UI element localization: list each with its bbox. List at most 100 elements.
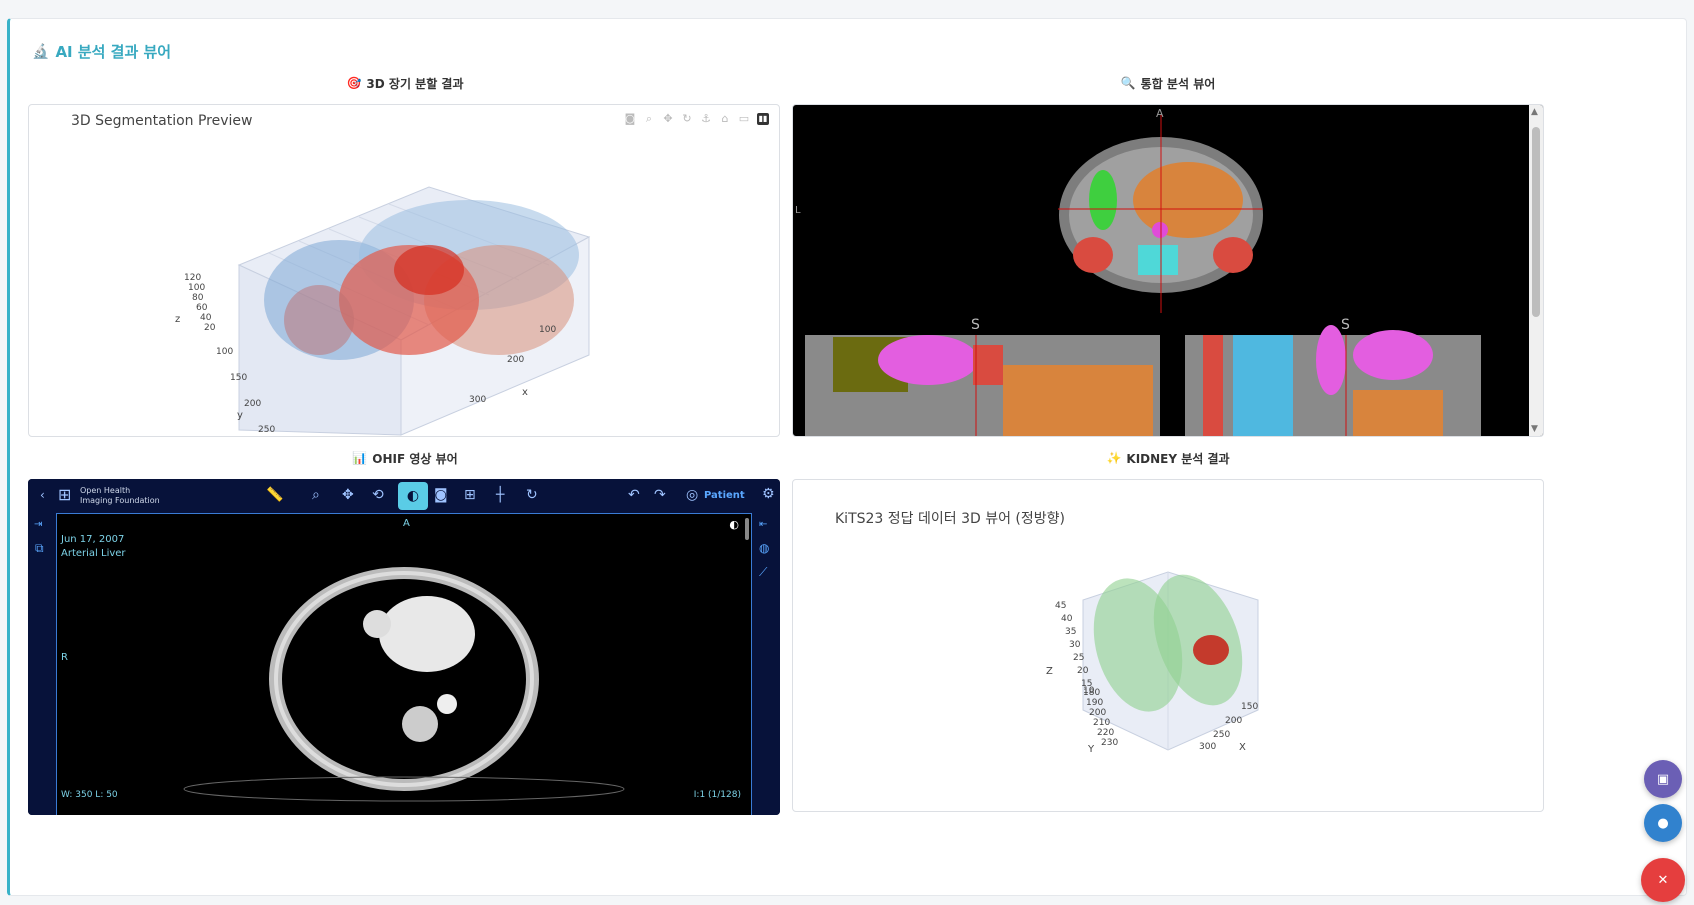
contrast-icon[interactable]: ◐ <box>729 518 739 531</box>
y-tick: 180 <box>1083 688 1101 698</box>
chat-icon: ● <box>1657 815 1669 831</box>
window-level-icon[interactable]: ◐ <box>398 482 428 510</box>
z-tick: 30 <box>1069 640 1081 650</box>
z-tick: 20 <box>204 323 216 333</box>
series-description: Arterial Liver <box>61 548 126 559</box>
z-tick: 40 <box>200 313 212 323</box>
kidney-heading-text: KIDNEY 분석 결과 <box>1126 451 1230 466</box>
z-tick: 25 <box>1073 653 1085 663</box>
bot-fab-button[interactable]: ▣ <box>1644 760 1682 798</box>
chat-fab-button[interactable]: ● <box>1644 804 1682 842</box>
y-axis-label: y <box>237 410 243 421</box>
ohif-logo-icon: ⊞ <box>58 485 72 504</box>
y-tick: 220 <box>1097 728 1115 738</box>
magnifier-icon: 🔍 <box>1120 76 1136 90</box>
seg3d-heading-text: 3D 장기 분할 결과 <box>366 76 464 91</box>
seg3d-scene <box>237 186 591 436</box>
chart-icon: 📊 <box>352 451 368 465</box>
z-tick: 60 <box>196 303 208 313</box>
x-axis-label: x <box>522 387 528 398</box>
microscope-icon: 🔬 <box>32 43 50 60</box>
close-fab-button[interactable]: ✕ <box>1641 858 1685 902</box>
kidney-y-ticks: 180 190 200 210 220 230 <box>1083 688 1118 748</box>
scroll-down-icon[interactable]: ▼ <box>1531 424 1538 434</box>
z-tick: 45 <box>1055 601 1067 611</box>
ohif-viewer[interactable]: ‹ ⊞ Open Health Imaging Foundation 📏 ⌕ ✥… <box>28 479 780 815</box>
window-level-readout: W: 350 L: 50 <box>61 790 118 800</box>
z-tick: 35 <box>1065 627 1077 637</box>
ohif-brand: Open Health Imaging Foundation <box>80 486 160 506</box>
x-tick: 250 <box>1213 730 1231 740</box>
integrated-heading: 🔍 통합 분석 뷰어 <box>792 75 1544 91</box>
x-tick: 300 <box>1199 742 1217 752</box>
settings-gear-icon[interactable]: ⚙ <box>762 486 775 502</box>
crosshair-icon[interactable]: ┼ <box>496 487 504 503</box>
kidney-z-label: Z <box>1046 666 1053 677</box>
ohif-heading: 📊 OHIF 영상 뷰어 <box>30 450 780 466</box>
patient-icon[interactable]: ◎ <box>686 487 698 503</box>
x-tick: 300 <box>469 395 487 405</box>
patient-button[interactable]: Patient <box>704 490 745 501</box>
ohif-right-panel: ⇤ ◍ ⟋ <box>752 513 780 815</box>
z-tick: 100 <box>188 283 206 293</box>
segmentation-icon[interactable]: ◍ <box>759 541 769 555</box>
z-tick: 40 <box>1061 614 1073 624</box>
kidney-z-ticks: 45 40 35 30 25 20 15 10 <box>1055 600 1094 698</box>
z-tick: 120 <box>184 273 202 283</box>
rotate-icon[interactable]: ⟲ <box>372 487 384 503</box>
capture-icon[interactable]: ◙ <box>434 487 448 503</box>
orientation-left: R <box>61 652 68 663</box>
y-tick: 230 <box>1101 738 1119 748</box>
viewer-scrollbar[interactable]: ▲ ▼ <box>1529 105 1543 436</box>
y-tick: 190 <box>1086 698 1104 708</box>
x-tick: 200 <box>507 355 525 365</box>
zoom-icon[interactable]: ⌕ <box>312 487 320 503</box>
expand-right-icon[interactable]: ⇤ <box>759 519 767 530</box>
scroll-thumb[interactable] <box>1532 127 1540 317</box>
kidney-scene <box>1082 571 1259 751</box>
y-tick: 150 <box>230 373 248 383</box>
integrated-viewer[interactable]: A L S S ▲ ▼ <box>792 104 1544 437</box>
y-tick: 210 <box>1093 718 1111 728</box>
orientation-label-s1: S <box>971 317 980 333</box>
close-icon: ✕ <box>1657 872 1669 888</box>
thumbnails-icon[interactable]: ⧉ <box>35 541 44 556</box>
pan-icon[interactable]: ✥ <box>342 487 354 503</box>
layout-icon[interactable]: ⊞ <box>464 487 476 503</box>
ct-multiplanar-view <box>805 115 1481 436</box>
kidney-plot[interactable]: KiTS23 정답 데이터 3D 뷰어 (정방향) 45 40 35 30 25… <box>792 479 1544 812</box>
ct-axial-image <box>183 567 625 802</box>
section-title-text: AI 분석 결과 뷰어 <box>55 43 172 61</box>
brand-line-2: Imaging Foundation <box>80 496 160 505</box>
seg3d-heading: 🎯 3D 장기 분할 결과 <box>30 75 780 91</box>
integrated-heading-text: 통합 분석 뷰어 <box>1140 76 1216 91</box>
brand-line-1: Open Health <box>80 486 131 495</box>
measure-icon[interactable]: 📏 <box>266 487 283 503</box>
y-tick: 200 <box>244 399 262 409</box>
expand-left-icon[interactable]: ⇥ <box>34 519 42 530</box>
scroll-up-icon[interactable]: ▲ <box>1531 107 1538 117</box>
orientation-top: A <box>403 518 410 529</box>
z-tick: 20 <box>1077 666 1089 676</box>
z-tick: 80 <box>192 293 204 303</box>
y-tick: 250 <box>258 425 276 435</box>
y-tick: 200 <box>1089 708 1107 718</box>
reset-icon[interactable]: ↻ <box>526 487 538 503</box>
redo-icon[interactable]: ↷ <box>654 487 666 503</box>
viewport-scrollbar[interactable] <box>745 518 749 540</box>
target-icon: 🎯 <box>346 76 362 90</box>
seg3d-plot[interactable]: 3D Segmentation Preview ◙ ⌕ ✥ ↻ ⚓ ⌂ ▭ ▮▮ <box>28 104 780 437</box>
kidney-x-label: X <box>1239 742 1246 753</box>
sparkle-icon: ✨ <box>1106 451 1122 465</box>
back-chevron-icon[interactable]: ‹ <box>40 488 45 502</box>
z-tick-labels: 120 100 80 60 40 20 <box>184 273 215 333</box>
ohif-viewport[interactable]: Jun 17, 2007 Arterial Liver A R W: 350 L… <box>56 513 752 815</box>
robot-icon: ▣ <box>1656 771 1670 787</box>
y-tick: 100 <box>216 347 234 357</box>
measurement-icon[interactable]: ⟋ <box>759 565 767 580</box>
y-tick-labels: 100 150 200 250 <box>216 339 276 436</box>
z-axis-label: z <box>175 314 181 325</box>
ai-result-card: 🔬 AI 분석 결과 뷰어 🎯 3D 장기 분할 결과 🔍 통합 분석 뷰어 3… <box>7 18 1687 896</box>
undo-icon[interactable]: ↶ <box>628 487 640 503</box>
study-date: Jun 17, 2007 <box>61 534 125 545</box>
